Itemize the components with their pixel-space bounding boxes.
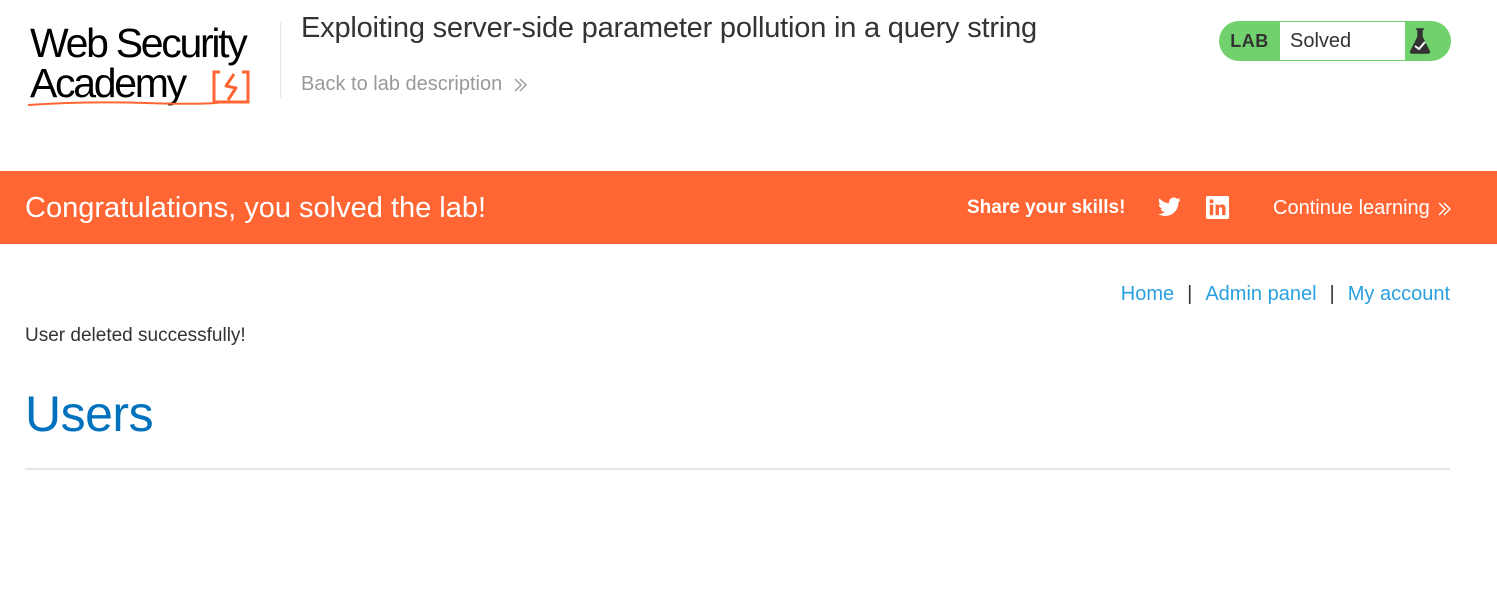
flask-icon (1409, 28, 1431, 54)
back-link-label: Back to lab description (301, 73, 503, 95)
heading-divider (25, 468, 1450, 470)
double-chevron-right-icon (1438, 202, 1451, 215)
user-deleted-message: User deleted successfully! (25, 325, 246, 346)
nav-my-account-link[interactable]: My account (1348, 283, 1450, 306)
continue-learning-link[interactable]: Continue learning (1273, 197, 1452, 220)
solved-banner: Congratulations, you solved the lab! Sha… (0, 171, 1497, 244)
logo-text-line1: Web Security (30, 20, 248, 66)
lab-title: Exploiting server-side parameter polluti… (301, 12, 1037, 44)
congratulations-message: Congratulations, you solved the lab! (25, 192, 487, 224)
twitter-icon[interactable] (1157, 195, 1182, 220)
nav-home-link[interactable]: Home (1121, 283, 1174, 306)
linkedin-icon[interactable] (1206, 196, 1229, 219)
nav-separator: | (1329, 283, 1335, 305)
nav-admin-panel-link[interactable]: Admin panel (1205, 283, 1316, 306)
share-skills-label: Share your skills! (967, 197, 1126, 218)
top-navigation: Home | Admin panel | My account (1121, 283, 1450, 306)
double-chevron-right-icon (514, 78, 528, 91)
back-to-lab-description-link[interactable]: Back to lab description (301, 73, 528, 96)
continue-learning-label: Continue learning (1273, 197, 1430, 219)
header-divider (280, 22, 281, 98)
lab-status-tag: LAB (1230, 31, 1269, 51)
lab-status-value: Solved (1280, 22, 1405, 60)
page-title: Users (25, 386, 154, 442)
academy-logo[interactable]: Web Security Academy (26, 18, 278, 110)
nav-separator: | (1187, 283, 1193, 305)
logo-underline (27, 101, 225, 106)
